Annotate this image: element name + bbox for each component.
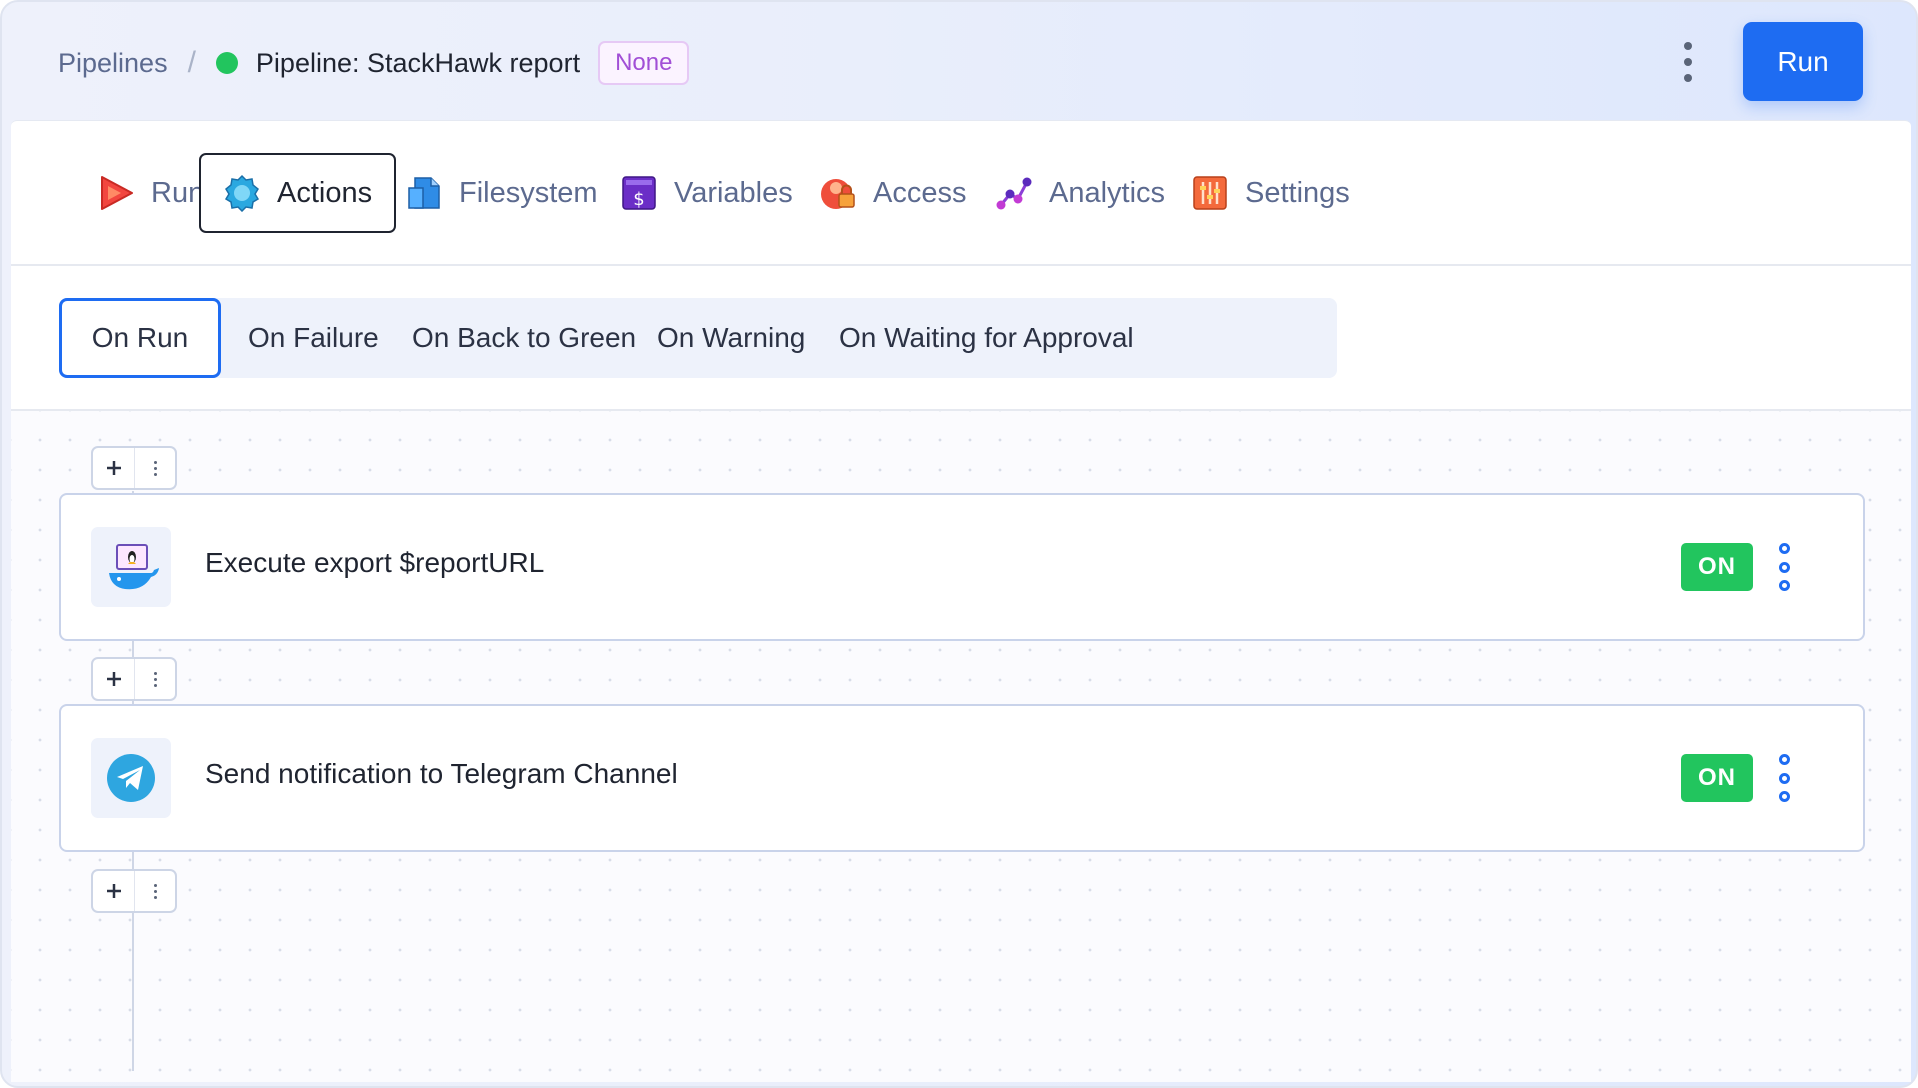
page-title: Pipeline: StackHawk report xyxy=(255,47,581,78)
tab-label: Analytics xyxy=(1049,176,1166,209)
pipeline-tag-badge[interactable]: None xyxy=(598,41,690,85)
tab-settings[interactable]: Settings xyxy=(1169,153,1372,233)
docker-linux-icon xyxy=(91,527,171,607)
tab-analytics[interactable]: Analytics xyxy=(973,153,1187,233)
tab-filesystem[interactable]: Filesystem xyxy=(383,153,620,233)
trigger-tabs: On Run On Failure On Back to Green On Wa… xyxy=(59,298,1337,378)
action-toggle[interactable]: ON xyxy=(1681,543,1753,591)
play-icon xyxy=(97,174,135,212)
file-icon xyxy=(405,174,443,212)
action-menu-icon[interactable] xyxy=(1773,543,1795,591)
trigger-on-warning[interactable]: On Warning xyxy=(657,298,805,378)
action-toggle[interactable]: ON xyxy=(1681,754,1753,802)
action-title: Execute export $reportURL xyxy=(205,547,545,578)
tab-label: Access xyxy=(873,176,967,209)
add-action-control xyxy=(91,446,177,490)
action-item[interactable]: Send notification to Telegram Channel ON xyxy=(59,704,1865,852)
more-options-icon[interactable] xyxy=(135,448,175,488)
tab-label: Filesystem xyxy=(459,176,598,209)
add-action-control xyxy=(91,657,177,701)
action-title: Send notification to Telegram Channel xyxy=(205,758,678,789)
trigger-on-run[interactable]: On Run xyxy=(59,298,221,378)
add-action-control xyxy=(91,869,177,913)
breadcrumb: Pipelines / Pipeline: StackHawk report N… xyxy=(58,40,690,86)
tab-actions[interactable]: Actions xyxy=(199,153,397,233)
tab-variables[interactable]: $ Variables xyxy=(598,153,815,233)
sliders-icon xyxy=(1191,174,1229,212)
main-panel: Runs Actions Filesystem $ Variables Acce… xyxy=(11,120,1911,1082)
tab-label: Variables xyxy=(674,176,793,209)
tab-label: Actions xyxy=(277,176,373,209)
action-item[interactable]: Execute export $reportURL ON xyxy=(59,493,1865,641)
more-options-icon[interactable] xyxy=(135,871,175,911)
telegram-icon xyxy=(91,738,171,818)
more-options-icon[interactable] xyxy=(1674,38,1702,86)
trigger-on-back-to-green[interactable]: On Back to Green xyxy=(412,298,636,378)
breadcrumb-separator: / xyxy=(187,46,196,79)
actions-canvas: Execute export $reportURL ON Send notifi… xyxy=(11,411,1911,1082)
plus-icon[interactable] xyxy=(93,448,135,488)
svg-text:$: $ xyxy=(633,189,644,210)
tab-bar: Runs Actions Filesystem $ Variables Acce… xyxy=(11,121,1911,266)
pipeline-status-dot xyxy=(215,52,238,74)
plus-icon[interactable] xyxy=(93,659,135,699)
trigger-on-waiting-for-approval[interactable]: On Waiting for Approval xyxy=(839,298,1134,378)
tab-label: Settings xyxy=(1245,176,1350,209)
app-window: Pipelines / Pipeline: StackHawk report N… xyxy=(0,0,1918,1088)
analytics-icon xyxy=(995,174,1033,212)
trigger-on-failure[interactable]: On Failure xyxy=(248,298,379,378)
run-button[interactable]: Run xyxy=(1743,22,1863,101)
breadcrumb-pipelines-link[interactable]: Pipelines xyxy=(58,48,168,79)
plus-icon[interactable] xyxy=(93,871,135,911)
header: Pipelines / Pipeline: StackHawk report N… xyxy=(2,2,1916,120)
trigger-bar: On Run On Failure On Back to Green On Wa… xyxy=(11,266,1911,411)
dollar-icon: $ xyxy=(620,174,658,212)
tab-access[interactable]: Access xyxy=(797,153,988,233)
more-options-icon[interactable] xyxy=(135,659,175,699)
action-menu-icon[interactable] xyxy=(1773,754,1795,802)
lock-icon xyxy=(819,174,857,212)
gear-icon xyxy=(223,174,261,212)
